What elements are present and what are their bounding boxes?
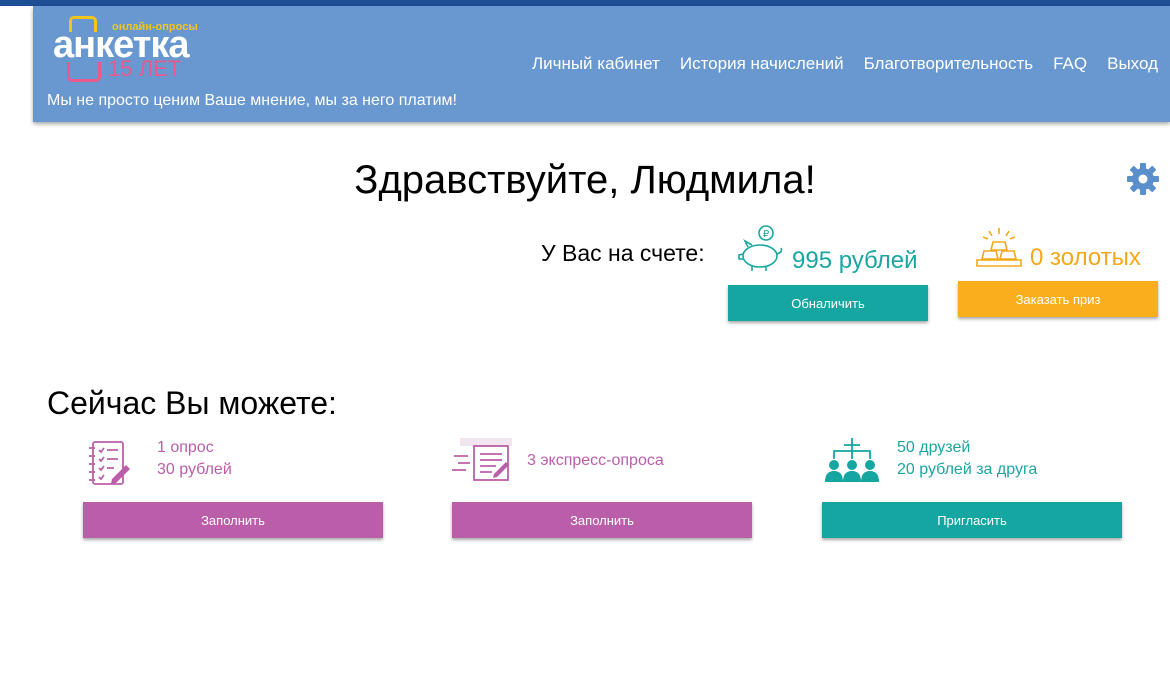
nav-logout[interactable]: Выход: [1107, 54, 1158, 74]
nav-faq[interactable]: FAQ: [1053, 54, 1087, 74]
order-prize-button[interactable]: Заказать приз: [958, 281, 1158, 317]
svg-text:₽: ₽: [763, 229, 770, 240]
survey-reward: 30 рублей: [157, 461, 232, 478]
page-title: Здравствуйте, Людмила!: [354, 158, 816, 202]
logo-cup-icon: [67, 62, 101, 82]
gear-icon[interactable]: [1126, 162, 1160, 196]
gold-balance: 0 золотых: [1030, 244, 1141, 271]
tagline: Мы не просто ценим Ваше мнение, мы за не…: [47, 92, 457, 109]
survey-info: 1 опрос 30 рублей: [157, 437, 232, 481]
logo-years: 15 ЛЕТ: [108, 56, 182, 81]
balance-label: У Вас на счете:: [541, 240, 705, 266]
nav-history[interactable]: История начислений: [680, 54, 844, 74]
nav-charity[interactable]: Благотворительность: [864, 54, 1034, 74]
gold-bars-icon: [976, 228, 1022, 267]
invite-button[interactable]: Пригласить: [822, 502, 1122, 538]
withdraw-button[interactable]: Обналичить: [728, 285, 928, 321]
survey-count: 1 опрос: [157, 439, 214, 456]
invite-info: 50 друзей 20 рублей за друга: [897, 437, 1037, 481]
express-info: 3 экспресс-опроса: [527, 452, 664, 469]
main-nav: Личный кабинет История начислений Благот…: [532, 54, 1158, 74]
invite-friends-icon: [825, 438, 879, 482]
section-title: Сейчас Вы можете:: [47, 385, 337, 421]
checklist-icon: [89, 441, 130, 485]
fill-express-button[interactable]: Заполнить: [452, 502, 752, 538]
nav-account[interactable]: Личный кабинет: [532, 54, 660, 74]
friend-reward: 20 рублей за друга: [897, 461, 1038, 478]
site-header: онлайн-опросы анкетка 15 ЛЕТ Мы не прост…: [33, 6, 1170, 122]
fill-survey-button[interactable]: Заполнить: [83, 502, 383, 538]
piggy-bank-icon: ₽: [738, 225, 783, 271]
express-survey-icon: [452, 438, 512, 481]
friends-count: 50 друзей: [897, 439, 971, 456]
logo[interactable]: онлайн-опросы анкетка 15 ЛЕТ: [53, 12, 203, 82]
rubles-balance: 995 рублей: [792, 247, 918, 274]
